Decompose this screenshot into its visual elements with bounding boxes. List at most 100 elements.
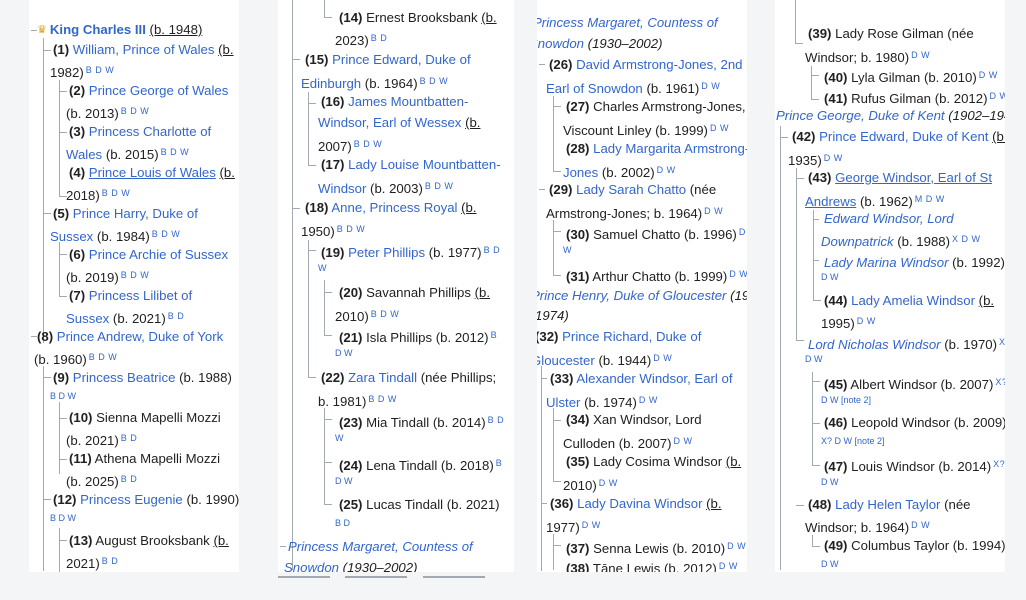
ref-links[interactable]: D W [599,478,618,488]
ref-links[interactable]: D W [719,561,738,571]
person-name-link[interactable]: George Windsor, Earl of St [835,170,992,185]
ref-links[interactable]: D W [911,520,930,530]
ref-links[interactable]: D W [710,123,729,133]
ref-links[interactable]: B D [121,474,138,484]
ref-links[interactable]: B [496,458,503,468]
person-name-link[interactable]: Prince Henry, Duke of Gloucester [537,288,726,303]
person-name-link[interactable]: Lady Sarah Chatto [576,182,686,197]
ref-links[interactable]: B D W [121,270,150,280]
person-name-link[interactable]: Jones [563,165,598,180]
person-name-link[interactable]: Snowdon [284,560,339,572]
ref-links[interactable]: B D W [152,229,181,239]
ref-links[interactable]: B D W [337,224,366,234]
person-name-link[interactable]: Prince George of Wales [89,83,229,98]
ref-links[interactable]: D W [805,353,1005,365]
ref-links[interactable]: B D [102,556,119,566]
person-name-link[interactable]: Lady Margarita Armstrong- [593,141,747,156]
person-name-link[interactable]: Windsor [318,181,366,196]
person-name-link[interactable]: Prince Richard, Duke of [562,329,701,344]
ref-links[interactable]: W [318,262,514,274]
person-name-link[interactable]: Princess Eugenie [80,492,183,507]
ref-links[interactable]: X? D W [note 2] [821,435,1005,447]
ref-links[interactable]: B D W [371,309,400,319]
ref-links[interactable]: D W [note 2] [821,394,1005,406]
person-name-link[interactable]: Princess Charlotte of [89,124,211,139]
person-name-link[interactable]: Lady Amelia Windsor [851,293,975,308]
person-name-link[interactable]: Prince Louis of Wales [89,165,216,180]
person-name-link[interactable]: Anne, Princess Royal [331,200,457,215]
person-name-link[interactable]: Sussex [50,229,93,244]
ref-links[interactable]: D W [821,558,1005,570]
person-name-link[interactable]: William, Prince of Wales [73,42,215,57]
ref-links[interactable]: B D W [102,188,131,198]
ref-links[interactable]: B D W [50,390,239,402]
ref-links[interactable]: W [563,244,747,256]
person-name-link[interactable]: Windsor, Earl of Wessex [318,115,461,130]
ref-links[interactable]: B D W [50,512,239,524]
ref-links[interactable]: M D W [915,194,945,204]
ref-links[interactable]: D W [701,81,720,91]
ref-links[interactable]: D W [653,353,672,363]
ref-links[interactable]: B D [484,245,501,255]
ref-links[interactable]: W [335,432,514,444]
person-name-link[interactable]: Lady Marina Windsor [824,255,948,270]
ref-links[interactable]: D W [821,271,1005,283]
ref-links[interactable]: B D W [86,65,115,75]
person-name-link[interactable]: King Charles III [50,22,146,37]
person-name-link[interactable]: Lord Nicholas Windsor [808,337,941,352]
person-name-link[interactable]: Sussex [66,311,109,326]
person-name-link[interactable]: Princess Margaret, Countess of [537,15,718,30]
ref-links[interactable]: D W [582,520,601,530]
ref-links[interactable]: X D W [952,234,981,244]
ref-links[interactable]: D W [657,165,676,175]
ref-links[interactable]: D W [674,436,693,446]
person-name-link[interactable]: Lady Helen Taylor [835,497,940,512]
ref-links[interactable]: B D W [121,106,150,116]
ref-links[interactable]: B D W [161,147,190,157]
person-name-link[interactable]: Snowdon [537,36,584,51]
person-name-link[interactable]: Prince Andrew, Duke of York [57,329,223,344]
ref-links[interactable]: D W [979,70,998,80]
ref-links[interactable]: D W [821,476,1005,488]
ref-links[interactable]: B D W [354,139,383,149]
person-name-link[interactable]: Edward Windsor, Lord [824,211,954,226]
ref-links[interactable]: X? [993,459,1005,469]
person-name-link[interactable]: Prince Harry, Duke of [73,206,198,221]
ref-links[interactable]: D W [911,50,930,60]
ref-links[interactable]: X [999,337,1005,347]
ref-links[interactable]: D W [989,91,1005,101]
ref-links[interactable]: X? [995,377,1005,387]
person-name-link[interactable]: Wales [66,147,102,162]
ref-links[interactable]: B D W [420,76,449,86]
ref-links[interactable]: D W [857,316,876,326]
ref-links[interactable]: B D [335,517,514,529]
ref-links[interactable]: D W [727,541,746,551]
person-name-link[interactable]: Prince George, Duke of Kent [776,108,945,123]
ref-links[interactable]: D W [704,206,723,216]
person-name-link[interactable]: Princess Margaret, Countess of [288,539,473,554]
person-name-link[interactable]: David Armstrong-Jones, 2nd [576,57,742,72]
ref-links[interactable]: B D [488,415,505,425]
person-name-link[interactable]: Princess Lilibet of [89,288,192,303]
person-name-link[interactable]: Andrews [805,194,856,209]
person-name-link[interactable]: Lady Davina Windsor [577,496,702,511]
person-name-link[interactable]: Peter Phillips [348,245,425,260]
person-name-link[interactable]: Downpatrick [821,234,894,249]
ref-links[interactable]: D [739,227,746,237]
ref-links[interactable]: B D W [425,181,454,191]
person-name-link[interactable]: Ulster [546,395,580,410]
ref-links[interactable]: D W [639,395,658,405]
ref-links[interactable]: D W [729,269,747,279]
ref-links[interactable]: B D W [368,394,397,404]
person-name-link[interactable]: Prince Edward, Duke of [332,52,471,67]
ref-links[interactable]: D W [824,153,843,163]
person-name-link[interactable]: Alexander Windsor, Earl of [576,371,732,386]
person-name-link[interactable]: Prince Archie of Sussex [89,247,228,262]
ref-links[interactable]: B D [168,311,185,321]
ref-links[interactable]: D W [335,347,514,359]
person-name-link[interactable]: Princess Beatrice [73,370,176,385]
ref-links[interactable]: B D [121,433,138,443]
person-name-link[interactable]: Lady Louise Mountbatten- [348,157,501,172]
person-name-link[interactable]: Prince Edward, Duke of Kent [819,129,988,144]
ref-links[interactable]: B D [371,33,388,43]
